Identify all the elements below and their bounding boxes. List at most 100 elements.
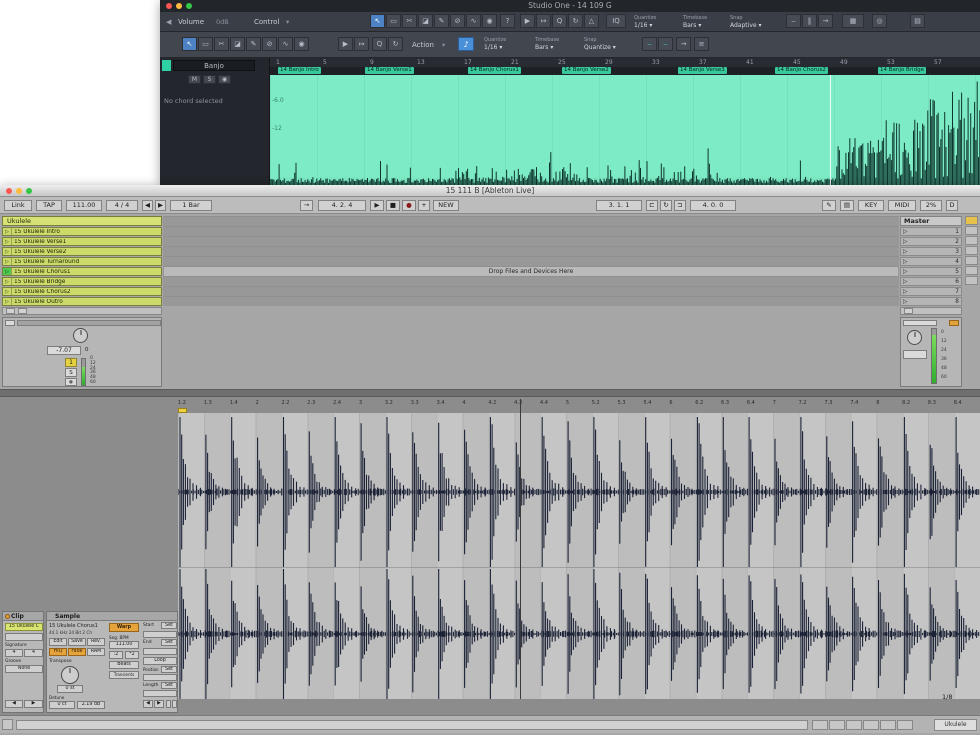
master-track-header[interactable]: Master: [900, 216, 962, 226]
loop-length-field[interactable]: 4. 0. 0: [690, 200, 736, 211]
clip-launch-icon[interactable]: ▷: [3, 238, 12, 245]
clip-slot[interactable]: ▷ 15 Ukulele Chorus1: [2, 267, 162, 276]
bbar-segment-4[interactable]: [863, 720, 879, 730]
length-value[interactable]: [143, 690, 177, 697]
listen-tool[interactable]: ◉: [482, 14, 497, 28]
groove-chooser[interactable]: None: [5, 665, 43, 673]
beat-time-ruler[interactable]: 1.21.31.422.22.32.433.23.33.444.24.34.45…: [178, 399, 980, 408]
clip-name-field[interactable]: 15 Ukulele C: [5, 623, 43, 631]
scene-slot[interactable]: ▷ 7: [900, 287, 962, 296]
ableton-titlebar[interactable]: 15 111 B [Ableton Live]: [0, 185, 980, 197]
ram-toggle[interactable]: RAM: [87, 648, 105, 656]
clip-launch-icon[interactable]: ▷: [3, 258, 12, 265]
clip-launch-icon[interactable]: ▷: [3, 268, 12, 275]
follow-button[interactable]: →: [300, 200, 313, 211]
paint-tool[interactable]: ✎: [434, 14, 449, 28]
track-select-button[interactable]: Ukulele: [934, 719, 977, 731]
arrow-right-toggle[interactable]: →: [818, 14, 833, 28]
control-dropdown[interactable]: Control: [254, 17, 279, 27]
clip-slot[interactable]: ▷ 15 Ukulele Verse1: [2, 237, 162, 246]
arrow-tool[interactable]: ↖: [182, 37, 197, 51]
skip-button[interactable]: ↦: [354, 37, 369, 51]
tempo-field[interactable]: 111.00: [66, 200, 102, 211]
volume-field[interactable]: -7.07: [47, 346, 81, 355]
snap-toggle-2[interactable]: ‒: [658, 37, 673, 51]
split-tool[interactable]: ✂: [402, 14, 417, 28]
clip-launch-icon[interactable]: ▷: [3, 248, 12, 255]
clip-slot[interactable]: ▷ 15 Ukulele Bridge: [2, 277, 162, 286]
help-button[interactable]: ?: [500, 14, 515, 28]
bars-toggle[interactable]: ‖: [802, 14, 817, 28]
scene-launch-icon[interactable]: ▷: [903, 279, 907, 285]
scene-slot[interactable]: ▷ 1: [900, 227, 962, 236]
scene-launch-icon[interactable]: ▷: [903, 229, 907, 235]
clip-launch-icon[interactable]: ▷: [3, 288, 12, 295]
song-marker[interactable]: 14 Banjo Verse1: [365, 67, 414, 74]
scene-launch-icon[interactable]: ▷: [903, 259, 907, 265]
quantize-note-button[interactable]: ♪: [458, 37, 474, 51]
zoom-tool-button[interactable]: Q: [552, 14, 567, 28]
warp-button[interactable]: Warp: [109, 623, 139, 632]
bbar-segment-2[interactable]: [829, 720, 845, 730]
loop-toggle-button[interactable]: ↻: [660, 200, 672, 211]
loop-button[interactable]: ↻: [388, 37, 403, 51]
menu-button[interactable]: ≡: [694, 37, 709, 51]
range-tool[interactable]: ▭: [198, 37, 213, 51]
session-drop-area[interactable]: [163, 216, 899, 306]
scene-slot[interactable]: ▷ 8: [900, 297, 962, 306]
bbar-segment-5[interactable]: [880, 720, 896, 730]
transients-chooser[interactable]: Transients: [109, 671, 139, 679]
bbar-segment-3[interactable]: [846, 720, 862, 730]
save-button[interactable]: Save: [68, 638, 86, 646]
transpose-value[interactable]: 0 st: [57, 685, 83, 693]
clip-color-icon[interactable]: [5, 614, 10, 619]
zoom-in-button[interactable]: [172, 700, 177, 708]
half-tempo-button[interactable]: :2: [109, 651, 123, 659]
monitor-button[interactable]: ◎: [872, 14, 887, 28]
snap-dropdown[interactable]: Snap Adaptive ▾: [728, 14, 778, 31]
song-marker[interactable]: 14 Banjo Intro: [278, 67, 321, 74]
double-tempo-button[interactable]: *2: [125, 651, 139, 659]
seg-bpm-value[interactable]: 111.00: [109, 641, 139, 649]
follow-actions-button[interactable]: ▤: [840, 200, 854, 211]
clip-color-chooser[interactable]: [5, 633, 43, 641]
timebase-dropdown[interactable]: Timebase Bars ▾: [681, 14, 725, 31]
start-value[interactable]: [143, 631, 177, 638]
song-marker[interactable]: 14 Banjo Verse3: [678, 67, 727, 74]
detune-value[interactable]: 0 ct: [49, 701, 75, 709]
loop-toggle[interactable]: Loop: [143, 657, 177, 665]
nudge-up-button[interactable]: ▶: [155, 200, 166, 211]
action-dropdown[interactable]: Action: [412, 40, 434, 50]
start-set-button[interactable]: Set: [161, 622, 177, 629]
new-button[interactable]: NEW: [433, 200, 459, 211]
clip-slot[interactable]: ▷ 15 Ukulele Intro: [2, 227, 162, 236]
bbar-segment-6[interactable]: [897, 720, 913, 730]
mute-tool[interactable]: ⊘: [262, 37, 277, 51]
scene-slot[interactable]: ▷ 2: [900, 237, 962, 246]
draw-mode-button[interactable]: ✎: [822, 200, 836, 211]
iq-button[interactable]: IQ: [606, 14, 626, 28]
master-delay-box[interactable]: [903, 320, 937, 326]
loop-button[interactable]: ↻: [568, 14, 583, 28]
arrow-right-toggle[interactable]: →: [676, 37, 691, 51]
mixer-toggle[interactable]: [965, 246, 978, 255]
clip-slot[interactable]: ▷ 15 Ukulele Outro: [2, 297, 162, 306]
quantize-dropdown[interactable]: Quantize 1/16 ▾: [482, 36, 530, 53]
timeline-ruler[interactable]: 15913172125293337414549535761: [270, 58, 980, 67]
end-value[interactable]: [143, 648, 177, 655]
dash-toggle[interactable]: ‒: [786, 14, 801, 28]
arrangement-waveform[interactable]: -6.0 -12: [270, 75, 980, 185]
delay-toggle[interactable]: [965, 256, 978, 265]
track-overview-bar[interactable]: [17, 320, 161, 326]
scene-launch-icon[interactable]: ▷: [903, 249, 907, 255]
midi-map-button[interactable]: MIDI: [888, 200, 916, 211]
clip-playhead[interactable]: [520, 399, 521, 699]
play-button[interactable]: ▶: [520, 14, 535, 28]
grid-view-button[interactable]: ▦: [842, 14, 864, 28]
bend-tool[interactable]: ∿: [278, 37, 293, 51]
time-signature-field[interactable]: 4 / 4: [106, 200, 138, 211]
track-delay-box[interactable]: [5, 320, 15, 326]
skip-button[interactable]: ↦: [536, 14, 551, 28]
quantization-menu[interactable]: 1 Bar: [170, 200, 212, 211]
solo-button[interactable]: S: [65, 368, 77, 377]
